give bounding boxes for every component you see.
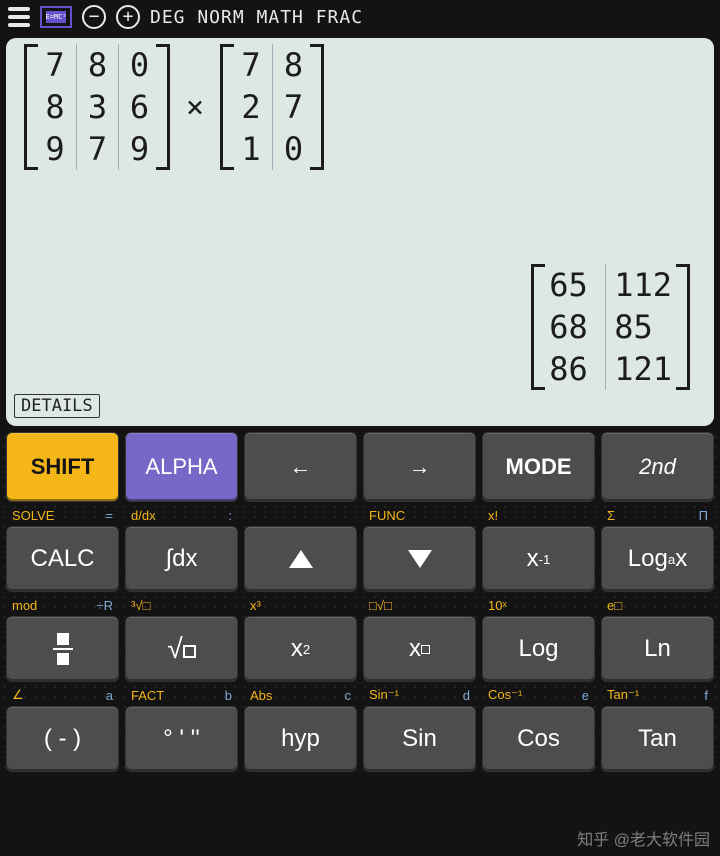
second-key[interactable]: 2nd xyxy=(601,432,714,502)
shift-labels-2: mod÷R ³√□ x³ □√□ 10ˣ e□ xyxy=(6,594,714,616)
cursor-right-key[interactable]: → xyxy=(363,432,476,502)
result-matrix[interactable]: 65112 6885 86121 xyxy=(531,264,690,390)
formula-mode-icon[interactable]: E=MC² xyxy=(40,6,72,28)
power-key[interactable]: x xyxy=(363,616,476,682)
mode-key[interactable]: MODE xyxy=(482,432,595,502)
matrix-a[interactable]: 780 836 979 xyxy=(24,44,170,170)
expression: 780 836 979 × 78 27 10 xyxy=(24,44,324,170)
zoom-out-icon[interactable]: − xyxy=(82,5,106,29)
cursor-left-key[interactable]: ← xyxy=(244,432,357,502)
keypad: SHIFT ALPHA ← → MODE 2nd SOLVE= d/dx: FU… xyxy=(0,432,720,772)
logab-key[interactable]: Logax xyxy=(601,526,714,592)
calculator-display: 780 836 979 × 78 27 10 65112 6885 86121 xyxy=(6,38,714,426)
fraction-icon xyxy=(53,633,73,665)
cursor-up-key[interactable] xyxy=(244,526,357,592)
calc-key[interactable]: CALC xyxy=(6,526,119,592)
tan-key[interactable]: Tan xyxy=(601,706,714,772)
shift-key[interactable]: SHIFT xyxy=(6,432,119,502)
watermark: 知乎 @老大软件园 xyxy=(577,826,710,850)
details-button[interactable]: DETAILS xyxy=(14,394,100,418)
mode-flags: DEG NORM MATH FRAC xyxy=(150,7,363,28)
sqrt-icon: √ xyxy=(167,633,195,665)
zoom-in-icon[interactable]: + xyxy=(116,5,140,29)
menu-icon[interactable] xyxy=(8,7,30,27)
triangle-down-icon xyxy=(408,550,432,568)
sin-key[interactable]: Sin xyxy=(363,706,476,772)
dms-key[interactable]: ° ' '' xyxy=(125,706,238,772)
arrow-right-icon: → xyxy=(409,454,431,480)
fraction-key[interactable] xyxy=(6,616,119,682)
triangle-up-icon xyxy=(289,550,313,568)
log-key[interactable]: Log xyxy=(482,616,595,682)
integral-key[interactable]: ∫dx xyxy=(125,526,238,592)
arrow-left-icon: ← xyxy=(290,454,312,480)
square-key[interactable]: x2 xyxy=(244,616,357,682)
cursor-down-key[interactable] xyxy=(363,526,476,592)
hyp-key[interactable]: hyp xyxy=(244,706,357,772)
multiply-operator: × xyxy=(184,90,206,125)
ln-key[interactable]: Ln xyxy=(601,616,714,682)
top-menubar: E=MC² − + DEG NORM MATH FRAC xyxy=(0,0,720,34)
shift-labels-1: SOLVE= d/dx: FUNC x! ΣΠ xyxy=(6,504,714,526)
alpha-key[interactable]: ALPHA xyxy=(125,432,238,502)
matrix-b[interactable]: 78 27 10 xyxy=(220,44,324,170)
reciprocal-key[interactable]: x-1 xyxy=(482,526,595,592)
negate-key[interactable]: ( - ) xyxy=(6,706,119,772)
sqrt-key[interactable]: √ xyxy=(125,616,238,682)
cos-key[interactable]: Cos xyxy=(482,706,595,772)
zhihu-icon: 知乎 xyxy=(577,832,609,849)
shift-labels-3: ∠a FACTb Absc Sin⁻¹d Cos⁻¹e Tan⁻¹f xyxy=(6,684,714,706)
